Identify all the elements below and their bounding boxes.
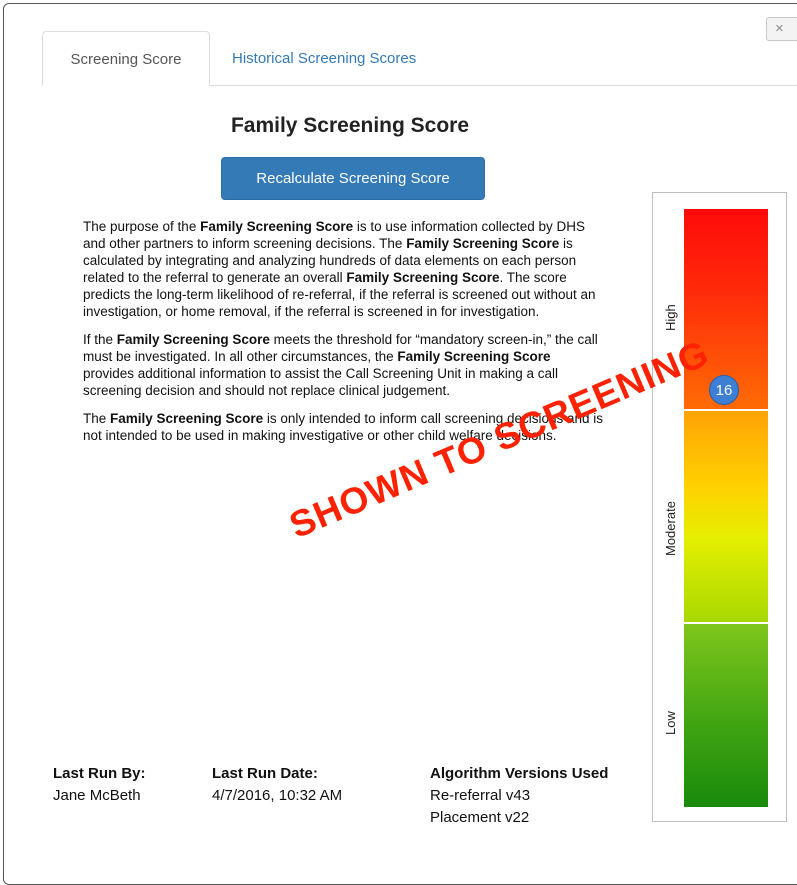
description-text: If the [83, 332, 117, 347]
algorithm-versions-label: Algorithm Versions Used [430, 765, 609, 782]
score-name-emphasis: Family Screening Score [116, 332, 270, 347]
description-paragraph: The purpose of the Family Screening Scor… [83, 218, 603, 320]
score-gauge [684, 209, 768, 807]
algorithm-versions: Algorithm Versions Used Re-referral v43 … [430, 763, 608, 829]
score-name-emphasis: Family Screening Score [110, 411, 264, 426]
algorithm-version: Re-referral v43 [430, 787, 531, 804]
last-run-date: Last Run Date: 4/7/2016, 10:32 AM [212, 763, 342, 807]
algorithm-version: Placement v22 [430, 809, 530, 826]
last-run-by-label: Last Run By: [53, 765, 146, 782]
description-text: The purpose of the [83, 219, 201, 234]
last-run-by: Last Run By: Jane McBeth [53, 763, 146, 807]
description-text: The [83, 411, 111, 426]
close-button[interactable]: × [766, 17, 797, 41]
page-title: Family Screening Score [230, 114, 470, 137]
recalculate-button[interactable]: Recalculate Screening Score [221, 157, 485, 200]
gauge-label-high: High [663, 304, 678, 331]
last-run-by-value: Jane McBeth [53, 787, 141, 804]
score-name-emphasis: Family Screening Score [397, 349, 551, 364]
score-name-emphasis: Family Screening Score [200, 219, 354, 234]
gauge-label-moderate: Moderate [663, 501, 678, 556]
gauge-segment-low [684, 624, 768, 807]
score-marker: 16 [709, 375, 739, 405]
tab-historical-screening-scores[interactable]: Historical Screening Scores [232, 31, 416, 86]
score-name-emphasis: Family Screening Score [406, 236, 560, 251]
gauge-label-low: Low [663, 711, 678, 735]
gauge-segment-moderate [684, 411, 768, 622]
description-paragraph: If the Family Screening Score meets the … [83, 331, 603, 399]
last-run-date-label: Last Run Date: [212, 765, 318, 782]
score-name-emphasis: Family Screening Score [346, 270, 500, 285]
tab-screening-score[interactable]: Screening Score [42, 31, 210, 86]
last-run-date-value: 4/7/2016, 10:32 AM [212, 787, 343, 804]
description-text: provides additional information to assis… [83, 366, 558, 398]
